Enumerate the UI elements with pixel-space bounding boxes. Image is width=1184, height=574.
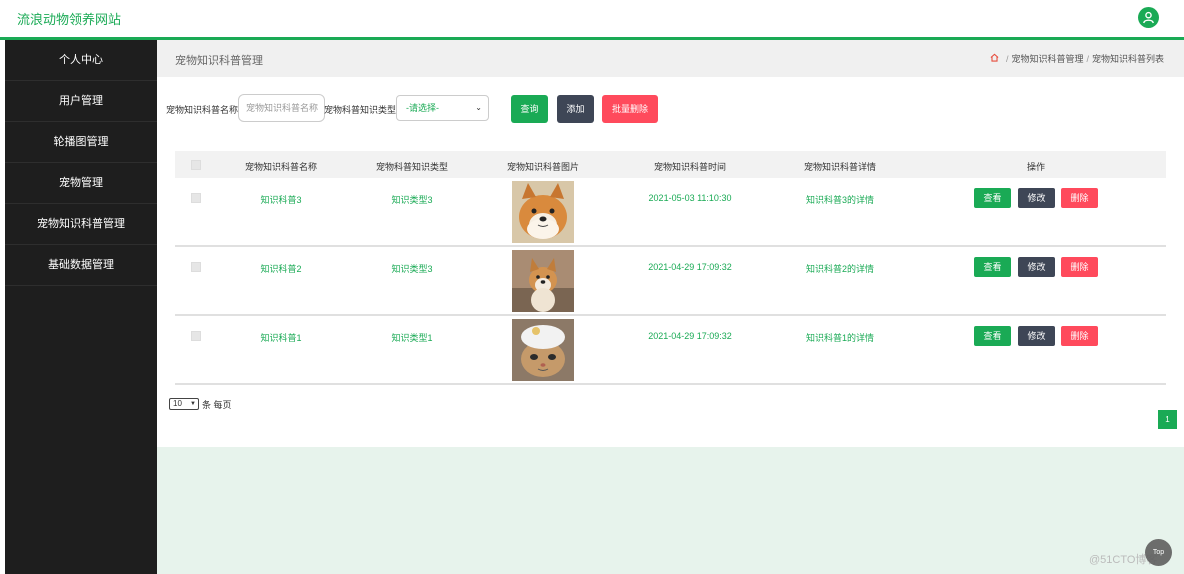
breadcrumb-separator: /: [1005, 53, 1009, 64]
name-label: 宠物知识科普名称: [166, 105, 239, 115]
row-time: 2021-04-29 17:09:32: [648, 331, 732, 341]
row-type: 知识类型3: [391, 195, 433, 205]
breadcrumb: / 宠物知识科普管理 / 宠物知识科普列表: [990, 52, 1164, 65]
edit-button[interactable]: 修改: [1018, 257, 1055, 277]
column-header-time: 宠物知识科普时间: [653, 162, 727, 172]
breadcrumb-item[interactable]: 宠物知识科普管理: [1011, 52, 1083, 65]
sidebar-item-pet-management[interactable]: 宠物管理: [5, 163, 157, 204]
chevron-down-icon: ⌄: [475, 103, 482, 112]
sidebar: 个人中心 用户管理 轮播图管理 宠物管理 宠物知识科普管理 基础数据管理: [5, 40, 157, 574]
add-button[interactable]: 添加: [557, 95, 594, 123]
delete-button[interactable]: 删除: [1061, 257, 1098, 277]
content-footer-area: [157, 447, 1184, 574]
row-name: 知识科普2: [260, 264, 302, 274]
shiba-puppy-photo: [512, 250, 574, 312]
batch-delete-button[interactable]: 批量删除: [602, 95, 658, 123]
query-button[interactable]: 查询: [511, 95, 548, 123]
breadcrumb-item: 宠物知识科普列表: [1091, 54, 1164, 64]
top-bar: 流浪动物领养网站: [0, 0, 1184, 37]
row-detail: 知识科普1的详情: [805, 333, 875, 343]
page-title: 宠物知识科普管理: [175, 55, 263, 67]
sidebar-item-pet-knowledge-management[interactable]: 宠物知识科普管理: [5, 204, 157, 245]
shiba-inu-photo: [512, 181, 574, 243]
site-title: 流浪动物领养网站: [17, 12, 122, 27]
row-name: 知识科普1: [260, 333, 302, 343]
page-size-value: 10: [173, 399, 182, 408]
edit-button[interactable]: 修改: [1018, 326, 1055, 346]
home-icon[interactable]: [990, 53, 999, 64]
knowledge-table: 宠物知识科普名称 宠物科普知识类型 宠物知识科普图片 宠物知识科普时间 宠物知识…: [175, 151, 1166, 385]
delete-button[interactable]: 删除: [1061, 326, 1098, 346]
row-name: 知识科普3: [260, 195, 302, 205]
column-header-type: 宠物科普知识类型: [375, 162, 449, 172]
select-all-checkbox[interactable]: [191, 160, 201, 170]
row-checkbox[interactable]: [191, 262, 201, 272]
search-form: 宠物知识科普名称 宠物知识科普名称 宠物科普知识类型 -请选择- ⌄ 查询 添加…: [157, 77, 1184, 137]
table-header: 宠物知识科普名称 宠物科普知识类型 宠物知识科普图片 宠物知识科普时间 宠物知识…: [175, 151, 1166, 178]
column-header-image: 宠物知识科普图片: [506, 162, 580, 172]
table-row: 知识科普2 知识类型3 2021-04-29 17:09:32 知识科普2的详情…: [175, 247, 1166, 316]
row-detail: 知识科普3的详情: [805, 195, 875, 205]
page-number-button[interactable]: 1: [1158, 410, 1177, 429]
name-search-input[interactable]: 宠物知识科普名称: [238, 94, 325, 122]
row-checkbox[interactable]: [191, 331, 201, 341]
breadcrumb-separator: /: [1086, 53, 1089, 64]
row-detail: 知识科普2的详情: [805, 264, 875, 274]
view-button[interactable]: 查看: [974, 188, 1011, 208]
column-header-actions: 操作: [1026, 162, 1046, 172]
row-time: 2021-05-03 11:10:30: [648, 193, 732, 203]
row-type: 知识类型3: [391, 264, 433, 274]
page-size-select[interactable]: 10 ▼: [169, 398, 199, 410]
row-checkbox[interactable]: [191, 193, 201, 203]
table-row: 知识科普3 知识类型3 2021-05-03 11:10:30 知识科普3的详情…: [175, 178, 1166, 247]
type-label: 宠物科普知识类型: [324, 105, 397, 115]
row-time: 2021-04-29 17:09:32: [648, 262, 732, 272]
cat-with-hat-photo: [512, 319, 574, 381]
column-header-detail: 宠物知识科普详情: [803, 162, 877, 172]
chevron-down-icon: ▼: [190, 401, 196, 407]
view-button[interactable]: 查看: [974, 326, 1011, 346]
delete-button[interactable]: 删除: [1061, 188, 1098, 208]
user-icon[interactable]: [1138, 7, 1159, 28]
sidebar-item-carousel-management[interactable]: 轮播图管理: [5, 122, 157, 163]
view-button[interactable]: 查看: [974, 257, 1011, 277]
header-strip: 宠物知识科普管理 / 宠物知识科普管理 / 宠物知识科普列表: [157, 40, 1184, 77]
type-select-value: -请选择-: [406, 103, 439, 113]
sidebar-item-base-data-management[interactable]: 基础数据管理: [5, 245, 157, 286]
type-select[interactable]: -请选择- ⌄: [396, 95, 489, 121]
sidebar-item-user-management[interactable]: 用户管理: [5, 81, 157, 122]
back-to-top-button[interactable]: Top: [1145, 539, 1172, 566]
column-header-name: 宠物知识科普名称: [244, 162, 318, 172]
table-row: 知识科普1 知识类型1 2021-04-29 17:09:32 知识科普1的详情…: [175, 316, 1166, 385]
row-type: 知识类型1: [391, 333, 433, 343]
sidebar-item-personal-center[interactable]: 个人中心: [5, 40, 157, 81]
edit-button[interactable]: 修改: [1018, 188, 1055, 208]
per-page-label: 条 每页: [202, 400, 232, 410]
